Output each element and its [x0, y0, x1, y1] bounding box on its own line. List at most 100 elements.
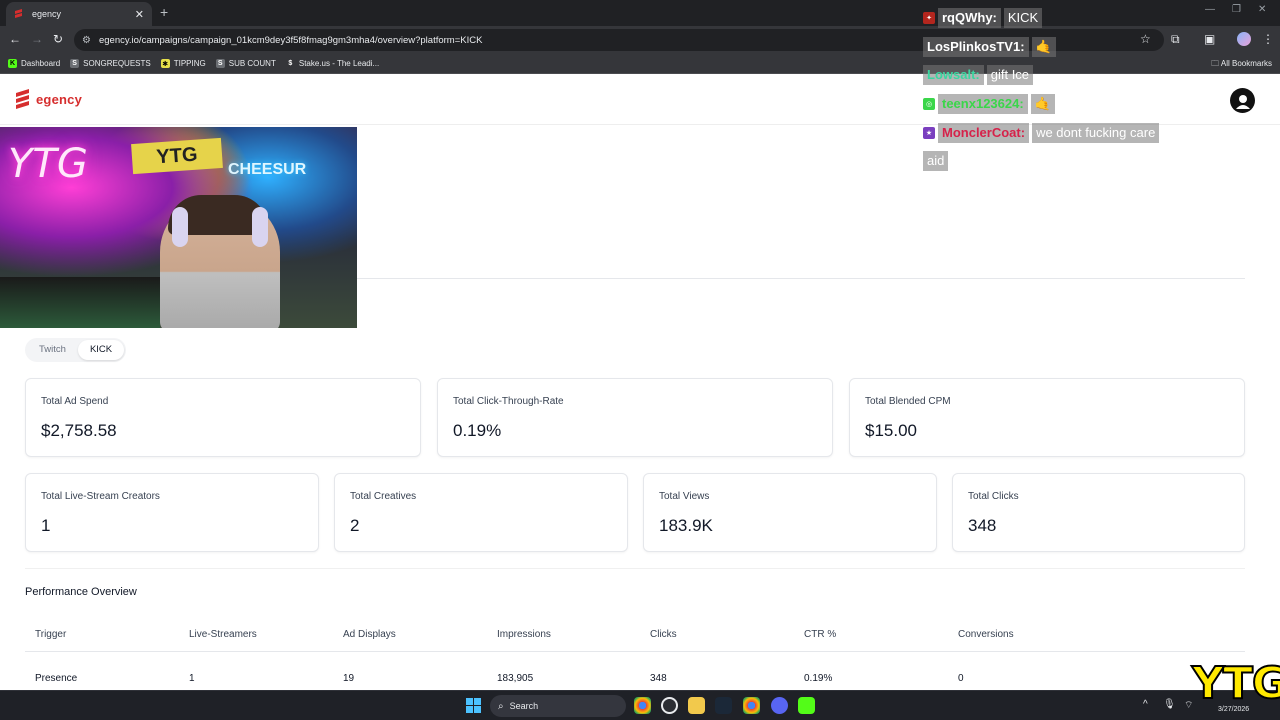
- chat-username: MonclerCoat:: [938, 122, 1030, 143]
- url-text: egency.io/campaigns/campaign_01kcm9dey3f…: [98, 34, 483, 46]
- stat-card-ctr: Total Click-Through-Rate 0.19%: [437, 378, 833, 457]
- stat-value: 183.9K: [659, 516, 713, 535]
- table-row[interactable]: Presence 1 19 183,905 348 0.19% 0: [25, 664, 1245, 690]
- chat-badge-icon: ◎: [923, 98, 935, 111]
- egency-logo[interactable]: egency: [15, 89, 82, 109]
- table-cell: 1: [189, 673, 195, 684]
- logo-text: egency: [36, 91, 83, 107]
- webcam-overlay: YTG YTG CHEESUR: [0, 127, 357, 328]
- stat-card-clicks: Total Clicks 348: [952, 473, 1245, 552]
- stat-value: $2,758.58: [41, 421, 117, 440]
- ytg-stream-logo: YTG: [1191, 657, 1280, 710]
- maximize-icon[interactable]: ❐: [1232, 4, 1241, 15]
- taskbar-search[interactable]: ⌕ Search: [490, 695, 626, 717]
- songrequest-icon: S: [70, 59, 80, 68]
- subcount-icon: S: [215, 59, 225, 68]
- tab-title: egency: [32, 9, 62, 19]
- stat-label: Total Live-Stream Creators: [41, 491, 160, 502]
- all-bookmarks-label: All Bookmarks: [1220, 59, 1272, 68]
- steam-app-icon[interactable]: [715, 697, 732, 714]
- bookmark-label: SUB COUNT: [228, 59, 276, 68]
- performance-table: Trigger Live-Streamers Ad Displays Impre…: [25, 620, 1245, 684]
- bookmark-dashboard[interactable]: K Dashboard: [8, 59, 60, 68]
- obs-app-icon[interactable]: [661, 697, 678, 714]
- all-bookmarks-button[interactable]: 🗀 All Bookmarks: [1211, 58, 1272, 72]
- menu-kebab-icon[interactable]: ⋮: [1262, 32, 1274, 46]
- cheese-sign: CHEESUR: [228, 161, 307, 178]
- close-window-icon[interactable]: ✕: [1258, 4, 1266, 15]
- ytg-flag: YTG: [131, 137, 223, 175]
- tab-egency[interactable]: egency ✕: [6, 2, 152, 26]
- stat-card-views: Total Views 183.9K: [643, 473, 937, 552]
- reload-icon[interactable]: ↻: [53, 32, 63, 46]
- bookmark-tipping[interactable]: ✱ TIPPING: [160, 59, 206, 68]
- section-separator: [25, 568, 1245, 569]
- windows-taskbar: ⌕ Search ^ 🎙 ⌔ 3/27/2026: [0, 690, 1280, 720]
- table-cell: 19: [343, 673, 355, 684]
- chat-badge-icon: ✦: [923, 12, 935, 24]
- discord-app-icon[interactable]: [771, 697, 788, 714]
- table-cell: 183,905: [497, 673, 534, 684]
- bookmark-label: TIPPING: [173, 59, 206, 68]
- chat-message: Lowsalt: gift Ice: [923, 65, 1183, 86]
- stat-value: 0.19%: [453, 421, 502, 440]
- minimize-icon[interactable]: —: [1205, 4, 1215, 15]
- tray-chevron-icon[interactable]: ^: [1143, 699, 1148, 710]
- chat-text: 🤙: [1030, 94, 1055, 115]
- side-panel-icon[interactable]: ▣: [1204, 32, 1215, 46]
- chat-username: Lowsalt:: [923, 65, 984, 86]
- egency-logo-icon: [16, 89, 29, 109]
- chat-message: ★ MonclerCoat: we dont fucking care: [923, 122, 1183, 143]
- new-tab-button[interactable]: +: [160, 4, 168, 20]
- search-icon: ⌕: [498, 700, 504, 712]
- chat-message: ✦ rqQWhy: KICK: [923, 8, 1183, 28]
- chrome-profile-app-icon[interactable]: [743, 697, 760, 714]
- forward-icon[interactable]: →: [31, 32, 43, 46]
- kick-app-icon[interactable]: [798, 697, 815, 714]
- chat-text: KICK: [1003, 8, 1043, 28]
- chat-text: gift Ice: [986, 65, 1034, 86]
- stat-value: 348: [968, 516, 997, 535]
- back-icon[interactable]: ←: [9, 32, 21, 46]
- bookmark-label: Stake.us - The Leadi...: [298, 59, 380, 68]
- chat-username: teenx123624:: [938, 94, 1028, 115]
- platform-toggle: Twitch KICK: [25, 338, 127, 362]
- stream-chat-overlay: ✦ rqQWhy: KICK LosPlinkosTV1: 🤙 Lowsalt:…: [923, 8, 1183, 180]
- windows-start-icon[interactable]: [466, 698, 481, 713]
- tipping-icon: ✱: [160, 59, 170, 68]
- table-cell: 0.19%: [804, 673, 833, 684]
- search-label: Search: [509, 701, 539, 711]
- site-info-icon[interactable]: ⚙: [82, 35, 91, 46]
- stat-label: Total Ad Spend: [41, 396, 109, 407]
- column-header: Live-Streamers: [189, 629, 257, 640]
- column-header: Trigger: [35, 629, 67, 640]
- stat-label: Total Creatives: [350, 491, 417, 502]
- microphone-icon[interactable]: 🎙: [1163, 699, 1176, 710]
- close-tab-icon[interactable]: ✕: [135, 8, 144, 21]
- bookmark-stake[interactable]: $ Stake.us - The Leadi...: [286, 59, 379, 68]
- profile-avatar[interactable]: [1237, 32, 1251, 46]
- stat-value: 2: [350, 516, 360, 535]
- chat-text: we dont fucking care: [1032, 122, 1160, 143]
- column-header: Conversions: [958, 629, 1014, 640]
- table-cell: 0: [958, 673, 964, 684]
- column-header: Clicks: [650, 629, 677, 640]
- column-header: CTR %: [804, 629, 837, 640]
- bookmark-songrequests[interactable]: S SONGREQUESTS: [70, 59, 151, 68]
- table-cell: Presence: [35, 673, 78, 684]
- stat-label: Total Blended CPM: [865, 396, 951, 407]
- bookmark-sub-count[interactable]: S SUB COUNT: [215, 59, 276, 68]
- user-avatar-icon: [1235, 94, 1250, 109]
- platform-option-kick[interactable]: KICK: [77, 340, 125, 360]
- platform-option-twitch[interactable]: Twitch: [27, 340, 78, 360]
- section-divider: [357, 278, 1245, 279]
- stat-card-cpm: Total Blended CPM $15.00: [849, 378, 1245, 457]
- chat-message: ◎ teenx123624: 🤙: [923, 94, 1183, 115]
- bookmark-label: Dashboard: [21, 59, 61, 68]
- chrome-app-icon[interactable]: [634, 697, 651, 714]
- folder-icon: 🗀: [1211, 59, 1221, 68]
- file-explorer-icon[interactable]: [688, 697, 705, 714]
- stat-value: $15.00: [865, 421, 917, 440]
- user-avatar[interactable]: [1230, 88, 1255, 113]
- stat-card-creatives: Total Creatives 2: [334, 473, 628, 552]
